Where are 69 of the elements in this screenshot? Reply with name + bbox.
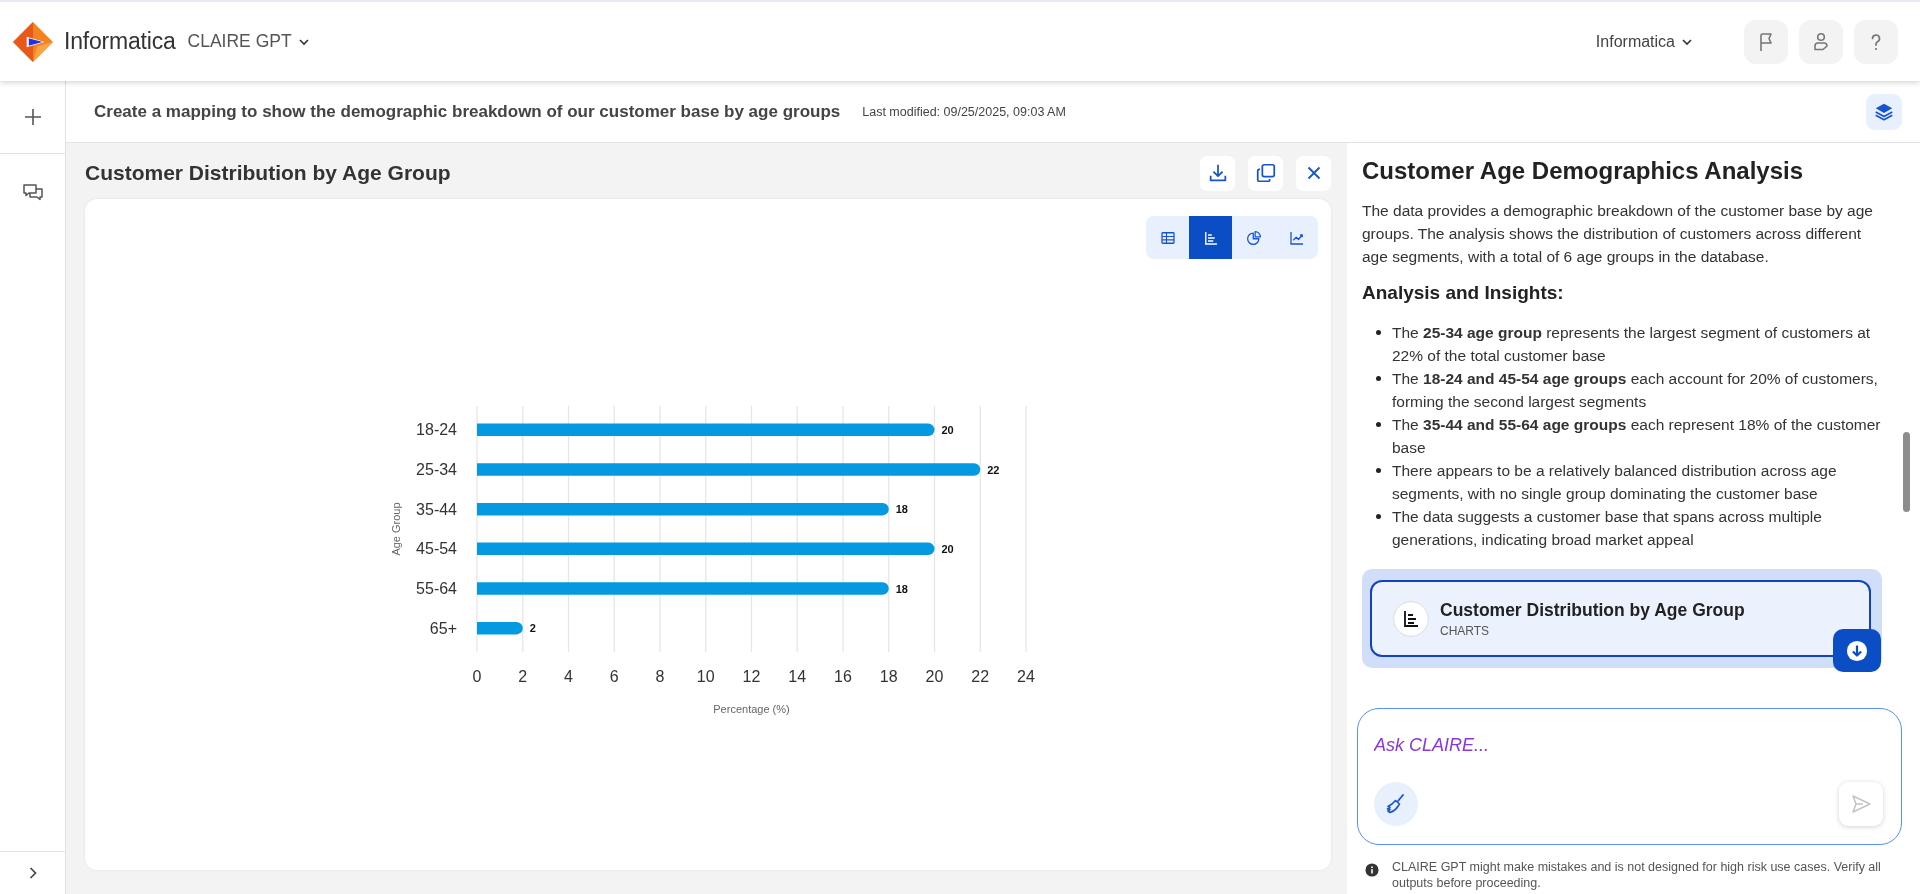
bar-value-label: 18 [895, 582, 908, 594]
artifact-title: Customer Distribution by Age Group [1440, 599, 1745, 621]
bullet-icon [1376, 376, 1381, 381]
x-tick-label: 14 [788, 667, 807, 685]
info-icon [1365, 863, 1379, 877]
bullet-icon [1376, 422, 1381, 427]
conversation-title: Create a mapping to show the demographic breakdown of our customer base by age groups [94, 101, 841, 122]
insight-item: The data suggests a customer base that spans across multiple generations, indicating broad market appeal [1392, 507, 1823, 550]
pie-chart-icon [1244, 228, 1263, 247]
x-tick-label: 6 [609, 667, 619, 685]
y-axis-title: Age Group [390, 501, 402, 556]
download-button[interactable] [1833, 629, 1881, 672]
layers-button[interactable] [1866, 93, 1902, 130]
view-toggle[interactable] [1146, 216, 1189, 259]
last-modified-text: Last modified: 09/25/2025, 09:03 AM [862, 104, 1066, 119]
copy-icon [1254, 162, 1277, 184]
x-tick-label: 16 [834, 667, 852, 685]
analysis-title: Customer Age Demographics Analysis [1362, 156, 1804, 186]
x-axis-title: Percentage (%) [713, 702, 790, 715]
bar-value-label: 2 [529, 621, 536, 634]
diamond-logo-icon [12, 20, 54, 63]
insights-heading: Analysis and Insights: [1362, 281, 1565, 305]
category-label: 35-44 [416, 500, 457, 518]
disclaimer-text: CLAIRE GPT might make mistakes and is not designed for high risk use cases. Verify all outputs before proceeding. [1392, 859, 1882, 891]
category-label: 25-34 [416, 460, 457, 478]
send-icon [1849, 792, 1873, 816]
category-label: 45-54 [416, 539, 457, 557]
bullet-icon [1376, 468, 1381, 473]
x-tick-label: 2 [518, 667, 528, 685]
bar [477, 621, 523, 634]
bar-chart-icon [1393, 600, 1429, 637]
bar-value-label: 18 [895, 502, 908, 515]
bar-value-label: 22 [987, 463, 1000, 475]
download-button[interactable] [1200, 155, 1235, 191]
chart-title: Customer Distribution by Age Group [85, 161, 451, 185]
insight-item: The 35-44 and 55-64 age groups each represent 18% of the customer base [1392, 415, 1882, 458]
clear-button[interactable] [1374, 782, 1418, 826]
insight-item: There appears to be a relatively balanced distribution across age segments, with no single group dominating the customer base [1392, 461, 1838, 504]
analysis-intro: The data provides a demographic breakdown of the customer base by age groups. The analysis shows the distribution of customers across different age segments, with a total of 6 age groups in the database. [1362, 201, 1874, 267]
bar-value-label: 20 [941, 423, 954, 436]
x-tick-label: 18 [879, 667, 898, 685]
organization-dropdown[interactable]: Informatica [1595, 32, 1695, 51]
x-tick-label: 22 [971, 667, 990, 685]
scrollbar-thumb[interactable] [1903, 432, 1910, 512]
x-tick-label: 4 [564, 667, 573, 685]
view-toggle[interactable] [1189, 216, 1232, 259]
category-label: 55-64 [416, 579, 457, 597]
flag-button[interactable] [1744, 19, 1788, 64]
download-circle-icon [1846, 639, 1868, 662]
x-tick-label: 10 [696, 667, 715, 685]
category-label: 65+ [429, 619, 457, 637]
view-toggle[interactable] [1275, 216, 1318, 259]
close-button[interactable] [1296, 155, 1331, 191]
x-tick-label: 8 [655, 667, 665, 685]
view-toggle[interactable] [1232, 216, 1275, 259]
x-tick-label: 20 [925, 667, 944, 685]
x-tick-label: 12 [742, 667, 761, 685]
x-tick-label: 0 [472, 667, 482, 685]
category-label: 18-24 [416, 420, 457, 438]
artifact-card[interactable]: Customer Distribution by Age Group CHARTS [1370, 580, 1871, 657]
brand-name: Informatica [64, 28, 176, 55]
bullet-icon [1376, 330, 1381, 335]
bullet-icon [1376, 514, 1381, 519]
x-tick-label: 24 [1017, 667, 1035, 685]
artifact-type: CHARTS [1440, 623, 1491, 638]
product-dropdown[interactable]: CLAIRE GPT [187, 31, 312, 52]
profile-button[interactable] [1799, 19, 1843, 64]
copy-button[interactable] [1248, 155, 1283, 191]
bar-value-label: 20 [941, 542, 954, 555]
